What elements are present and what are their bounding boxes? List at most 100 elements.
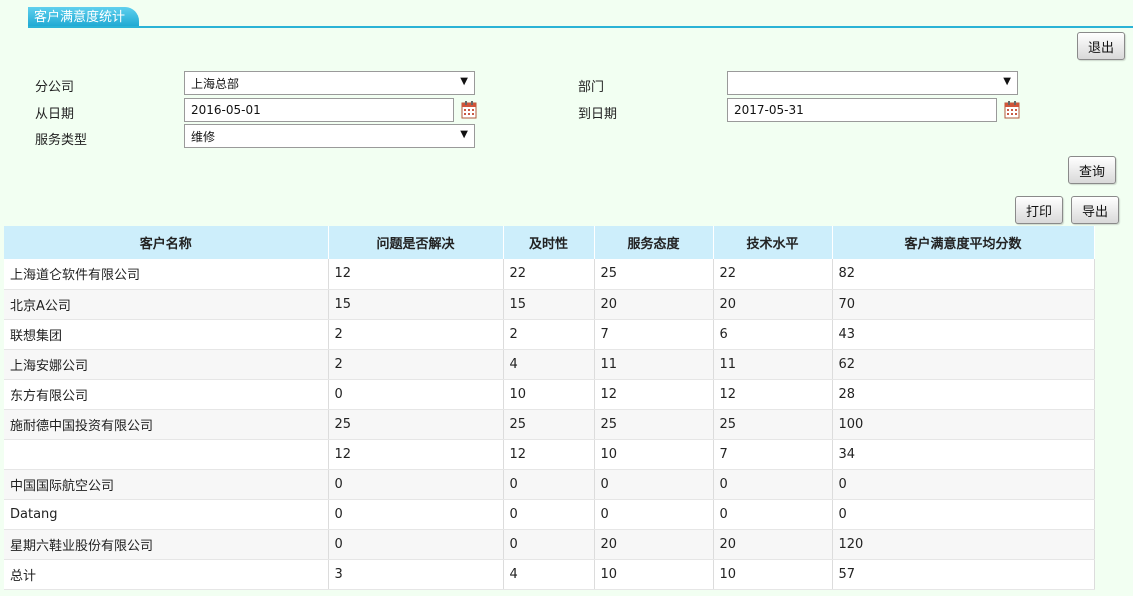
col-average-score[interactable]: 客户满意度平均分数 — [832, 226, 1095, 259]
service-attitude-cell: 20 — [594, 289, 714, 320]
average-score-cell: 34 — [832, 439, 1095, 470]
col-timeliness[interactable]: 及时性 — [503, 226, 595, 259]
problem-solved-cell: 0 — [328, 469, 504, 500]
table-row[interactable]: 东方有限公司 0 10 12 12 28 — [4, 379, 1095, 410]
service-type-select[interactable]: 维修 ▼ — [184, 124, 475, 148]
print-button[interactable]: 打印 — [1015, 196, 1063, 224]
technical-level-cell: 22 — [713, 259, 833, 290]
col-technical-level[interactable]: 技术水平 — [713, 226, 833, 259]
problem-solved-cell: 12 — [328, 259, 504, 290]
table-header-row: 客户名称 问题是否解决 及时性 服务态度 技术水平 客户满意度平均分数 — [4, 226, 1095, 259]
col-customer-name[interactable]: 客户名称 — [4, 226, 329, 259]
customer-name-cell: 中国国际航空公司 — [4, 469, 329, 500]
table-row[interactable]: 中国国际航空公司 0 0 0 0 0 — [4, 469, 1095, 500]
technical-level-cell: 20 — [713, 529, 833, 560]
chevron-down-icon: ▼ — [1003, 76, 1011, 87]
from-date-input[interactable]: 2016-05-01 — [184, 98, 454, 122]
customer-name-cell: 联想集团 — [4, 319, 329, 350]
timeliness-cell: 0 — [503, 529, 595, 560]
customer-name-cell: 北京A公司 — [4, 289, 329, 320]
average-score-cell: 57 — [832, 559, 1095, 590]
timeliness-cell: 4 — [503, 349, 595, 380]
customer-name-cell: 东方有限公司 — [4, 379, 329, 410]
col-service-attitude[interactable]: 服务态度 — [594, 226, 714, 259]
timeliness-cell: 2 — [503, 319, 595, 350]
technical-level-cell: 25 — [713, 409, 833, 440]
query-button[interactable]: 查询 — [1068, 156, 1116, 184]
timeliness-cell: 22 — [503, 259, 595, 290]
average-score-cell: 62 — [832, 349, 1095, 380]
technical-level-cell: 12 — [713, 379, 833, 410]
table-row[interactable]: 星期六鞋业股份有限公司 0 0 20 20 120 — [4, 529, 1095, 560]
problem-solved-cell: 3 — [328, 559, 504, 590]
table-row[interactable]: 12 12 10 7 34 — [4, 439, 1095, 470]
average-score-cell: 0 — [832, 499, 1095, 530]
table-row[interactable]: 联想集团 2 2 7 6 43 — [4, 319, 1095, 350]
from-date-value: 2016-05-01 — [191, 103, 261, 117]
problem-solved-cell: 0 — [328, 379, 504, 410]
timeliness-cell: 0 — [503, 469, 595, 500]
service-attitude-cell: 0 — [594, 469, 714, 500]
to-date-label: 到日期 — [578, 107, 618, 122]
average-score-cell: 100 — [832, 409, 1095, 440]
timeliness-cell: 0 — [503, 499, 595, 530]
service-attitude-cell: 25 — [594, 409, 714, 440]
dept-select[interactable]: ▼ — [727, 71, 1018, 95]
problem-solved-cell: 0 — [328, 499, 504, 530]
to-date-input[interactable]: 2017-05-31 — [727, 98, 997, 122]
table-row[interactable]: 上海安娜公司 2 4 11 11 62 — [4, 349, 1095, 380]
service-attitude-cell: 7 — [594, 319, 714, 350]
timeliness-cell: 12 — [503, 439, 595, 470]
customer-name-cell — [4, 439, 329, 470]
service-attitude-cell: 20 — [594, 529, 714, 560]
timeliness-cell: 10 — [503, 379, 595, 410]
export-button[interactable]: 导出 — [1071, 196, 1119, 224]
service-type-value: 维修 — [191, 129, 216, 144]
technical-level-cell: 10 — [713, 559, 833, 590]
problem-solved-cell: 25 — [328, 409, 504, 440]
satisfaction-table: 客户名称 问题是否解决 及时性 服务态度 技术水平 客户满意度平均分数 上海道仑… — [4, 226, 1095, 590]
calendar-icon[interactable] — [1004, 100, 1020, 119]
table-row[interactable]: 上海道仑软件有限公司 12 22 25 22 82 — [4, 259, 1095, 290]
service-attitude-cell: 10 — [594, 559, 714, 590]
technical-level-cell: 0 — [713, 469, 833, 500]
technical-level-cell: 11 — [713, 349, 833, 380]
technical-level-cell: 7 — [713, 439, 833, 470]
tab-divider — [28, 26, 1133, 28]
timeliness-cell: 25 — [503, 409, 595, 440]
problem-solved-cell: 0 — [328, 529, 504, 560]
table-row[interactable]: 北京A公司 15 15 20 20 70 — [4, 289, 1095, 320]
table-row[interactable]: 施耐德中国投资有限公司 25 25 25 25 100 — [4, 409, 1095, 440]
technical-level-cell: 20 — [713, 289, 833, 320]
service-type-label: 服务类型 — [35, 133, 88, 148]
exit-button[interactable]: 退出 — [1077, 32, 1125, 60]
tab-strip: 客户满意度统计 — [0, 0, 1133, 30]
customer-name-cell: 上海道仑软件有限公司 — [4, 259, 329, 290]
calendar-icon[interactable] — [461, 100, 477, 119]
table-row[interactable]: Datang 0 0 0 0 0 — [4, 499, 1095, 530]
timeliness-cell: 4 — [503, 559, 595, 590]
service-attitude-cell: 12 — [594, 379, 714, 410]
tab-customer-satisfaction[interactable]: 客户满意度统计 — [28, 7, 140, 28]
to-date-value: 2017-05-31 — [734, 103, 804, 117]
chevron-down-icon: ▼ — [460, 129, 468, 140]
branch-label: 分公司 — [35, 80, 75, 95]
average-score-cell: 120 — [832, 529, 1095, 560]
technical-level-cell: 0 — [713, 499, 833, 530]
service-attitude-cell: 10 — [594, 439, 714, 470]
service-attitude-cell: 25 — [594, 259, 714, 290]
average-score-cell: 43 — [832, 319, 1095, 350]
timeliness-cell: 15 — [503, 289, 595, 320]
problem-solved-cell: 12 — [328, 439, 504, 470]
average-score-cell: 28 — [832, 379, 1095, 410]
problem-solved-cell: 2 — [328, 349, 504, 380]
average-score-cell: 70 — [832, 289, 1095, 320]
problem-solved-cell: 15 — [328, 289, 504, 320]
branch-select[interactable]: 上海总部 ▼ — [184, 71, 475, 95]
branch-select-value: 上海总部 — [191, 76, 240, 91]
average-score-cell: 82 — [832, 259, 1095, 290]
table-row[interactable]: 总计 3 4 10 10 57 — [4, 559, 1095, 590]
problem-solved-cell: 2 — [328, 319, 504, 350]
from-date-label: 从日期 — [35, 107, 75, 122]
col-problem-solved[interactable]: 问题是否解决 — [328, 226, 504, 259]
